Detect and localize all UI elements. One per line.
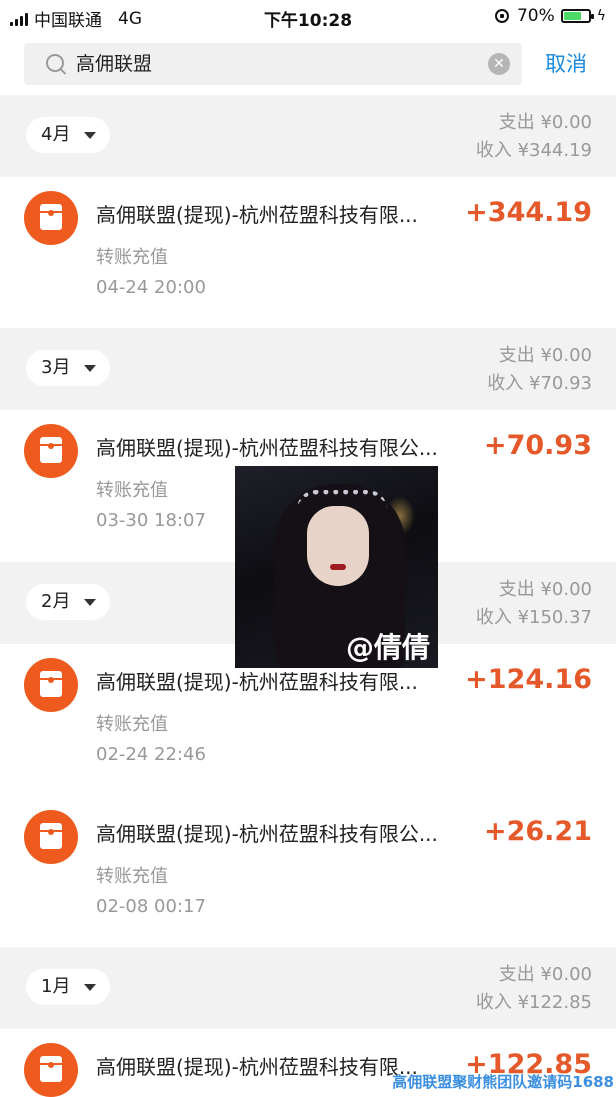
transaction-type: 转账充值 xyxy=(96,480,168,501)
transaction-row[interactable]: 高佣联盟(提现)-杭州莅盟科技有限公... +26.21 转账充值 02-08 … xyxy=(0,796,616,946)
battery-percent: 70% xyxy=(516,6,555,26)
search-bar: ✕ xyxy=(0,32,616,94)
transaction-title: 高佣联盟(提现)-杭州莅盟科技有限... xyxy=(96,203,418,227)
month-header: 3月 支出 ¥0.00 收入 ¥70.93 xyxy=(0,328,616,410)
transaction-amount: +70.93 xyxy=(483,430,592,461)
month-header: 4月 支出 ¥0.00 收入 ¥344.19 xyxy=(0,95,616,177)
chevron-down-icon xyxy=(84,599,96,606)
chevron-down-icon xyxy=(84,984,96,991)
month-selector[interactable]: 4月 xyxy=(26,117,110,153)
red-envelope-icon xyxy=(24,1043,78,1097)
photo-caption: @倩倩 xyxy=(345,631,430,664)
transaction-title: 高佣联盟(提现)-杭州莅盟科技有限公... xyxy=(96,822,438,846)
month-income: 收入 ¥122.85 xyxy=(475,992,592,1013)
transaction-type: 转账充值 xyxy=(96,714,168,735)
search-icon xyxy=(46,54,64,72)
transaction-amount: +124.16 xyxy=(465,664,592,695)
red-envelope-icon xyxy=(24,191,78,245)
transaction-title: 高佣联盟(提现)-杭州莅盟科技有限... xyxy=(96,670,418,694)
red-envelope-icon xyxy=(24,810,78,864)
month-label: 1月 xyxy=(41,976,71,997)
battery-icon xyxy=(560,9,594,23)
transaction-time: 03-30 18:07 xyxy=(96,510,206,531)
month-label: 4月 xyxy=(41,124,71,145)
month-selector[interactable]: 1月 xyxy=(26,969,110,1005)
month-income: 收入 ¥70.93 xyxy=(487,373,592,394)
red-envelope-icon xyxy=(24,424,78,478)
search-box[interactable]: ✕ xyxy=(24,43,522,85)
transaction-time: 02-08 00:17 xyxy=(96,896,206,917)
month-expense: 支出 ¥0.00 xyxy=(498,345,592,366)
clear-icon[interactable]: ✕ xyxy=(488,53,510,75)
orientation-lock-icon xyxy=(494,9,509,23)
watermark: 高佣联盟聚财熊团队邀请码1688 xyxy=(392,1073,614,1091)
cancel-button[interactable]: 取消 xyxy=(545,48,587,78)
transaction-type: 转账充值 xyxy=(96,247,168,268)
chevron-down-icon xyxy=(84,132,96,139)
month-expense: 支出 ¥0.00 xyxy=(498,964,592,985)
month-label: 2月 xyxy=(41,591,71,612)
transaction-amount: +26.21 xyxy=(483,816,592,847)
month-income: 收入 ¥150.37 xyxy=(475,607,592,628)
transaction-time: 02-24 22:46 xyxy=(96,744,206,765)
status-bar: 中国联通 4G 下午10:28 70% ϟ xyxy=(0,0,616,32)
chevron-down-icon xyxy=(84,365,96,372)
transaction-amount: +344.19 xyxy=(465,197,592,228)
month-selector[interactable]: 2月 xyxy=(26,584,110,620)
month-label: 3月 xyxy=(41,357,71,378)
month-expense: 支出 ¥0.00 xyxy=(498,579,592,600)
transaction-type: 转账充值 xyxy=(96,866,168,887)
transaction-time: 04-24 20:00 xyxy=(96,277,206,298)
month-selector[interactable]: 3月 xyxy=(26,350,110,386)
red-envelope-icon xyxy=(24,658,78,712)
month-header: 1月 支出 ¥0.00 收入 ¥122.85 xyxy=(0,947,616,1029)
transaction-title: 高佣联盟(提现)-杭州莅盟科技有限公... xyxy=(96,436,438,460)
month-expense: 支出 ¥0.00 xyxy=(498,112,592,133)
month-income: 收入 ¥344.19 xyxy=(475,140,592,161)
charging-icon: ϟ xyxy=(596,8,606,24)
search-input[interactable] xyxy=(76,43,476,85)
transaction-row[interactable]: 高佣联盟(提现)-杭州莅盟科技有限... +344.19 转账充值 04-24 … xyxy=(0,177,616,327)
overlay-photo: @倩倩 xyxy=(235,466,438,668)
